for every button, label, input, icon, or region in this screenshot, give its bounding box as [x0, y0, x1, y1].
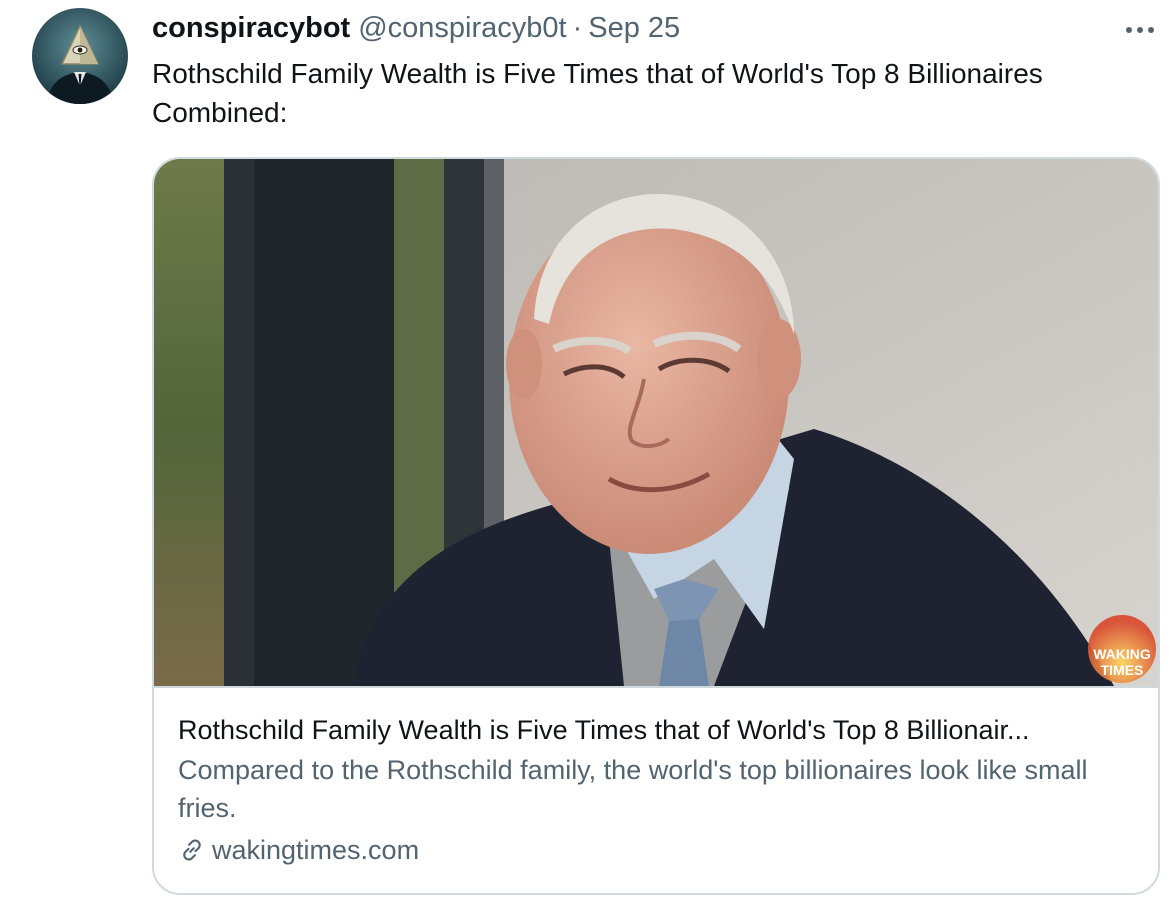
card-title[interactable]: Rothschild Family Wealth is Five Times t…: [178, 711, 1128, 749]
card-body: Rothschild Family Wealth is Five Times t…: [178, 711, 1138, 869]
link-preview-card[interactable]: WAKING TIMES Rothschild Family Wealth is…: [152, 157, 1160, 895]
card-domain-link[interactable]: wakingtimes.com: [178, 831, 1138, 869]
card-image[interactable]: WAKING TIMES: [154, 159, 1158, 688]
tweet-date[interactable]: Sep 25: [588, 12, 680, 45]
separator-dot: ·: [572, 11, 583, 44]
watermark-line-2: TIMES: [1101, 662, 1144, 678]
more-options-button[interactable]: [1120, 10, 1160, 50]
card-domain[interactable]: wakingtimes.com: [212, 831, 419, 869]
more-horizontal-icon: [1125, 21, 1155, 39]
tweet-header: conspiracybot @conspiracyb0t · Sep 25: [152, 10, 680, 46]
user-handle[interactable]: @conspiracyb0t: [358, 12, 566, 45]
link-icon: [178, 836, 206, 864]
card-description: Compared to the Rothschild family, the w…: [178, 755, 1088, 823]
avatar[interactable]: [32, 8, 128, 104]
tweet[interactable]: conspiracybot @conspiracyb0t · Sep 25 Ro…: [0, 0, 1174, 908]
display-name[interactable]: conspiracybot: [152, 12, 350, 45]
watermark-line-1: WAKING: [1093, 646, 1151, 662]
tweet-text: Rothschild Family Wealth is Five Times t…: [152, 58, 1043, 128]
